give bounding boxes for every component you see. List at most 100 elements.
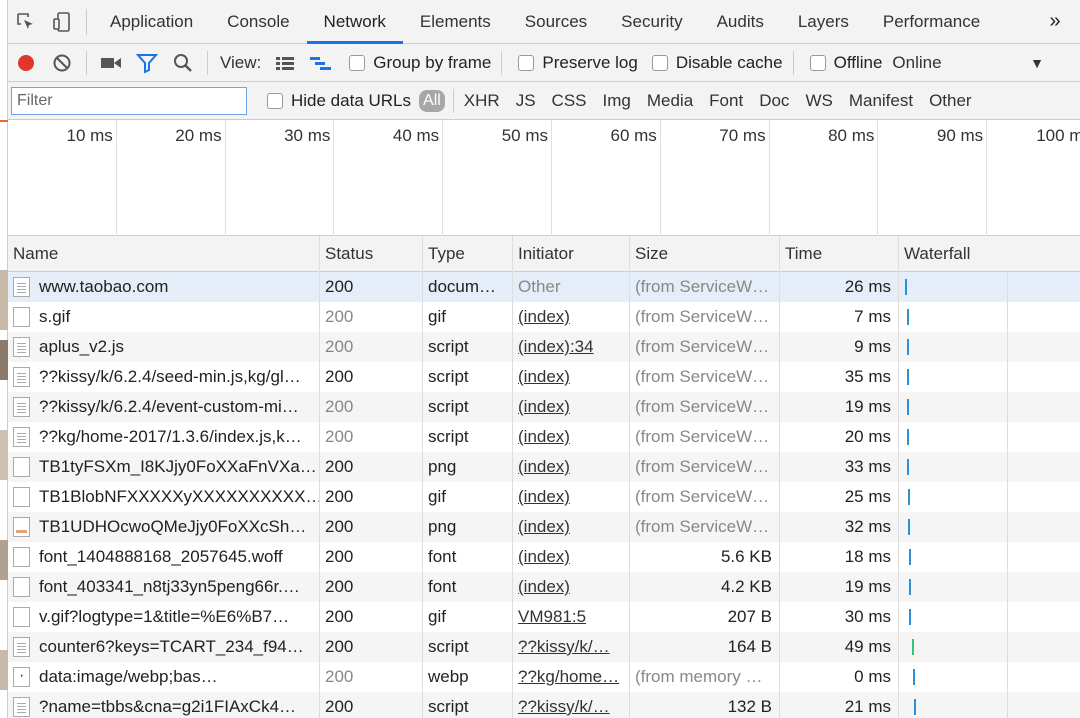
waterfall-bar[interactable] [907,399,909,415]
filter-type-ws[interactable]: WS [797,91,840,111]
waterfall-bar[interactable] [909,609,911,625]
table-row[interactable]: font_403341_n8tj33yn5peng66r.… 200 font (in… [8,572,1080,602]
request-name-cell[interactable]: aplus_v2.js [8,332,320,362]
request-name-cell[interactable]: TB1UDHOcwoQMeJjy0FoXXcSh… [8,512,320,542]
hide-data-urls-checkbox[interactable]: Hide data URLs [257,91,415,111]
capture-screenshots-icon[interactable] [93,44,129,82]
column-header-size[interactable]: Size [630,236,780,272]
table-row[interactable]: v.gif?logtype=1&title=%E6%B7… 200 gif VM981… [8,602,1080,632]
filter-type-img[interactable]: Img [595,91,639,111]
waterfall-bar[interactable] [909,579,911,595]
waterfall-bar[interactable] [907,309,909,325]
waterfall-bar[interactable] [907,429,909,445]
group-by-frame-checkbox[interactable]: Group by frame [339,53,495,73]
initiator-link[interactable]: (index) [518,547,570,567]
request-name-cell[interactable]: s.gif [8,302,320,332]
device-toolbar-icon[interactable] [44,0,80,44]
clear-button[interactable] [44,44,80,82]
table-row[interactable]: TB1BlobNFXXXXXyXXXXXXXXXX… 200 gif (index) (… [8,482,1080,512]
checkbox-box[interactable] [518,54,535,71]
column-header-initiator[interactable]: Initiator [513,236,630,272]
table-row[interactable]: font_1404888168_2057645.woff 200 font (inde… [8,542,1080,572]
initiator-link[interactable]: VM981:5 [518,607,586,627]
initiator-link[interactable]: (index) [518,367,570,387]
waterfall-bar[interactable] [909,549,911,565]
inspect-element-icon[interactable] [8,0,44,44]
tab-sources[interactable]: Sources [508,0,604,44]
initiator-link[interactable]: ??kissy/k/… [518,697,610,717]
request-name-cell[interactable]: v.gif?logtype=1&title=%E6%B7… [8,602,320,632]
waterfall-bar[interactable] [905,279,907,295]
column-header-time[interactable]: Time [780,236,899,272]
tab-security[interactable]: Security [604,0,699,44]
initiator-link[interactable]: (index) [518,517,570,537]
filter-type-doc[interactable]: Doc [751,91,797,111]
waterfall-bar[interactable] [907,369,909,385]
table-row[interactable]: ?name=tbbs&cna=g2i1FIAxCk4… 200 script ??ki… [8,692,1080,718]
tab-application[interactable]: Application [93,0,210,44]
table-row[interactable]: ??kissy/k/6.2.4/seed-min.js,kg/gl… 200 scr… [8,362,1080,392]
large-rows-icon[interactable] [267,44,303,82]
request-name-cell[interactable]: ?name=tbbs&cna=g2i1FIAxCk4… [8,692,320,718]
request-name-cell[interactable]: font_1404888168_2057645.woff [8,542,320,572]
waterfall-bar[interactable] [913,669,915,685]
waterfall-bar[interactable] [914,699,916,715]
waterfall-bar[interactable] [907,459,909,475]
checkbox-box[interactable] [651,54,668,71]
disable-cache-checkbox[interactable]: Disable cache [642,53,787,73]
table-row[interactable]: counter6?keys=TCART_234_f94… 200 script ??k… [8,632,1080,662]
checkbox-box[interactable] [267,92,283,109]
initiator-link[interactable]: (index) [518,487,570,507]
tab-audits[interactable]: Audits [700,0,781,44]
table-row[interactable]: data:image/webp;bas… 200webp??kg/home… (fr… [8,662,1080,692]
table-row[interactable]: TB1UDHOcwoQMeJjy0FoXXcSh… 200 png (index) (f… [8,512,1080,542]
tab-elements[interactable]: Elements [403,0,508,44]
column-header-type[interactable]: Type [423,236,513,272]
search-icon[interactable] [165,44,201,82]
request-name-cell[interactable]: font_403341_n8tj33yn5peng66r.… [8,572,320,602]
initiator-link[interactable]: (index) [518,457,570,477]
checkbox-box[interactable] [809,54,826,71]
request-name-cell[interactable]: TB1BlobNFXXXXXyXXXXXXXXXX… [8,482,320,512]
request-name-cell[interactable]: counter6?keys=TCART_234_f94… [8,632,320,662]
waterfall-view-icon[interactable] [303,44,339,82]
filter-input[interactable] [11,86,247,115]
filter-type-all[interactable]: All [419,89,445,112]
initiator-link[interactable]: (index) [518,577,570,597]
table-row[interactable]: TB1tyFSXm_I8KJjy0FoXXaFnVXa… 200 png (index… [8,452,1080,482]
request-name-cell[interactable]: ??kissy/k/6.2.4/seed-min.js,kg/gl… [8,362,320,392]
column-header-waterfall[interactable]: Waterfall [899,236,1080,272]
initiator-link[interactable]: (index) [518,307,570,327]
table-row[interactable]: ??kissy/k/6.2.4/event-custom-mi… 200 scrip… [8,392,1080,422]
filter-icon[interactable] [129,44,165,82]
tab-performance[interactable]: Performance [866,0,997,44]
table-row[interactable]: ??kg/home-2017/1.3.6/index.js,k… 200 scrip… [8,422,1080,452]
waterfall-bar[interactable] [908,519,910,535]
preserve-log-checkbox[interactable]: Preserve log [508,53,641,73]
filter-type-js[interactable]: JS [508,91,544,111]
request-name-cell[interactable]: ??kg/home-2017/1.3.6/index.js,k… [8,422,320,452]
request-name-cell[interactable]: www.taobao.com [8,272,320,302]
initiator-link[interactable]: ??kissy/k/… [518,637,610,657]
tab-console[interactable]: Console [210,0,306,44]
initiator-link[interactable]: (index) [518,427,570,447]
initiator-link[interactable]: (index):34 [518,337,594,357]
filter-type-xhr[interactable]: XHR [456,91,508,111]
initiator-link[interactable]: ??kg/home… [518,667,619,687]
tab-network[interactable]: Network [306,0,403,44]
waterfall-bar[interactable] [912,639,914,655]
waterfall-bar[interactable] [907,339,909,355]
tab-layers[interactable]: Layers [781,0,866,44]
request-name-cell[interactable]: TB1tyFSXm_I8KJjy0FoXXaFnVXa… [8,452,320,482]
record-button[interactable] [8,44,44,82]
checkbox-box[interactable] [349,54,366,71]
filter-type-font[interactable]: Font [701,91,751,111]
table-row[interactable]: www.taobao.com 200 docum… Other (from Servic… [8,272,1080,302]
filter-type-other[interactable]: Other [921,91,980,111]
more-tabs-button[interactable]: » [1030,10,1080,33]
filter-type-manifest[interactable]: Manifest [841,91,921,111]
throttling-select[interactable]: Online [886,53,947,73]
request-name-cell[interactable]: data:image/webp;bas… [8,662,320,692]
chevron-down-icon[interactable]: ▼ [1030,55,1044,71]
offline-checkbox[interactable]: Offline [800,53,887,73]
